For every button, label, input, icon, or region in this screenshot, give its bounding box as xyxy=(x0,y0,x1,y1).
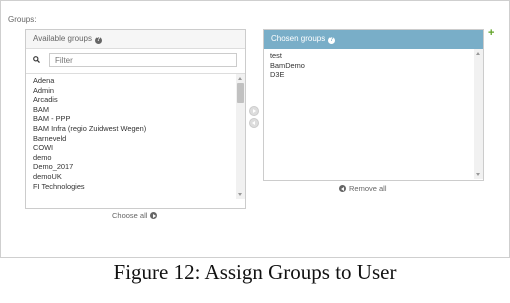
available-list-scrollbar[interactable] xyxy=(236,74,245,199)
scroll-down-arrow-icon[interactable] xyxy=(238,193,242,196)
figure-caption: Figure 12: Assign Groups to User xyxy=(113,260,397,284)
available-groups-list[interactable]: Adena Admin Arcadis BAM BAM - PPP BAM In… xyxy=(26,74,245,199)
available-groups-box: Available groups? Adena Admin Arcadis BA… xyxy=(25,29,246,209)
scroll-thumb[interactable] xyxy=(237,83,244,103)
list-item[interactable]: Arcadis xyxy=(26,95,245,105)
scroll-up-arrow-icon[interactable] xyxy=(476,52,480,55)
chosen-groups-list[interactable]: test BamDemo D3E xyxy=(264,49,483,179)
choose-all-link[interactable]: Choose all xyxy=(112,211,158,220)
chosen-groups-title: Chosen groups xyxy=(271,34,326,43)
list-item[interactable]: BamDemo xyxy=(264,61,483,71)
choose-all-label: Choose all xyxy=(112,211,148,220)
list-item[interactable]: demo xyxy=(26,153,245,163)
arrow-left-circle-icon xyxy=(339,185,346,192)
remove-all-link[interactable]: Remove all xyxy=(339,184,387,193)
help-icon[interactable]: ? xyxy=(328,37,336,44)
list-item[interactable]: Demo_2017 xyxy=(26,162,245,172)
remove-all-label: Remove all xyxy=(349,184,387,193)
list-item[interactable]: BAM xyxy=(26,105,245,115)
list-item[interactable]: Adena xyxy=(26,76,245,86)
filter-row xyxy=(26,49,245,74)
groups-field-label: Groups: xyxy=(8,15,37,24)
arrow-right-circle-icon xyxy=(150,212,158,219)
add-selected-button[interactable] xyxy=(249,106,259,116)
remove-selected-button[interactable] xyxy=(249,118,259,128)
available-groups-title: Available groups xyxy=(33,34,93,43)
list-item[interactable]: BAM - PPP xyxy=(26,114,245,124)
list-item[interactable]: demoUK xyxy=(26,172,245,182)
list-item[interactable]: FI Technologies xyxy=(26,182,245,192)
list-item[interactable]: test xyxy=(264,51,483,61)
list-item[interactable]: Admin xyxy=(26,86,245,96)
filter-input[interactable] xyxy=(49,53,237,67)
chosen-groups-header: Chosen groups? xyxy=(264,30,483,49)
help-icon[interactable]: ? xyxy=(95,37,103,44)
chosen-list-scrollbar[interactable] xyxy=(474,49,483,179)
chosen-groups-box: Chosen groups? test BamDemo D3E xyxy=(263,29,484,181)
list-item[interactable]: Barneveld xyxy=(26,134,245,144)
add-group-plus-icon[interactable]: + xyxy=(488,28,494,39)
list-item[interactable]: COWI xyxy=(26,143,245,153)
list-item[interactable]: BAM Infra (regio Zuidwest Wegen) xyxy=(26,124,245,134)
search-icon xyxy=(33,56,40,63)
available-groups-header: Available groups? xyxy=(26,30,245,49)
list-item[interactable]: D3E xyxy=(264,70,483,80)
scroll-down-arrow-icon[interactable] xyxy=(476,173,480,176)
scroll-up-arrow-icon[interactable] xyxy=(238,77,242,80)
